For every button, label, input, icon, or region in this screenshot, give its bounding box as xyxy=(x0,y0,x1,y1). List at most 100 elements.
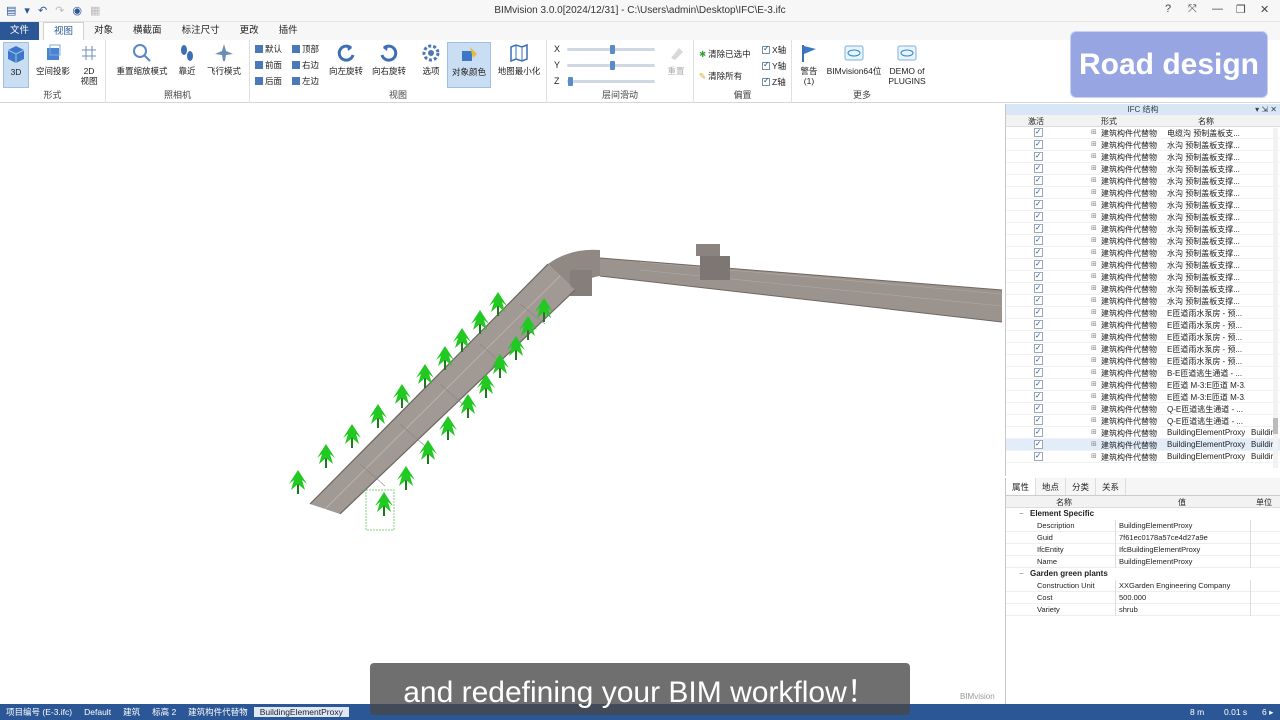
row-active-checkbox[interactable] xyxy=(1034,188,1043,197)
expand-toggle-icon[interactable]: ⊞ xyxy=(1091,416,1097,424)
y-slider-thumb[interactable] xyxy=(610,61,615,70)
row-active-checkbox[interactable] xyxy=(1034,368,1043,377)
view-right-button[interactable]: 右边 xyxy=(292,59,319,71)
ifc-row[interactable]: ⊞ 建筑构件代替物 电缆沟 预制盖板支... xyxy=(1006,127,1280,139)
expand-toggle-icon[interactable]: ⊞ xyxy=(1091,236,1097,244)
3d-viewport[interactable] xyxy=(0,104,1004,704)
col-active[interactable]: 激活 xyxy=(1028,116,1044,127)
x-slider-thumb[interactable] xyxy=(610,45,615,54)
ifc-row[interactable]: ⊞ 建筑构件代替物 水沟 预制盖板支撑... xyxy=(1006,187,1280,199)
ifc-row[interactable]: ⊞ 建筑构件代替物 水沟 预制盖板支撑... xyxy=(1006,211,1280,223)
ifc-panel-buttons[interactable]: ▾ ⇲ ✕ xyxy=(1255,104,1277,115)
ifc-row[interactable]: ⊞ 建筑构件代替物 E匝道雨水泵房 - 预... xyxy=(1006,343,1280,355)
row-active-checkbox[interactable] xyxy=(1034,140,1043,149)
ifc-row[interactable]: ⊞ 建筑构件代替物 水沟 预制盖板支撑... xyxy=(1006,247,1280,259)
row-active-checkbox[interactable] xyxy=(1034,224,1043,233)
row-active-checkbox[interactable] xyxy=(1034,356,1043,365)
property-section-title[interactable]: Garden green plants xyxy=(1006,568,1280,580)
row-active-checkbox[interactable] xyxy=(1034,176,1043,185)
tab-6[interactable]: 插件 xyxy=(269,22,308,40)
row-active-checkbox[interactable] xyxy=(1034,152,1043,161)
ifc-row[interactable]: ⊞ 建筑构件代替物 水沟 预制盖板支撑... xyxy=(1006,223,1280,235)
expand-toggle-icon[interactable]: ⊞ xyxy=(1091,428,1097,436)
expand-toggle-icon[interactable]: ⊞ xyxy=(1091,188,1097,196)
projection-button[interactable]: 空间投影 xyxy=(33,42,73,76)
ifc-row[interactable]: ⊞ 建筑构件代替物 Q-E匝道逃生通道 - ... xyxy=(1006,403,1280,415)
row-active-checkbox[interactable] xyxy=(1034,344,1043,353)
expand-toggle-icon[interactable]: ⊞ xyxy=(1091,176,1097,184)
ifc-row[interactable]: ⊞建筑构件代替物BuildingElementProxyBuildir xyxy=(1006,451,1280,463)
expand-toggle-icon[interactable]: ⊞ xyxy=(1091,272,1097,280)
expand-toggle-icon[interactable]: ⊞ xyxy=(1091,308,1097,316)
row-active-checkbox[interactable] xyxy=(1034,416,1043,425)
ifc-row[interactable]: ⊞ 建筑构件代替物 水沟 预制盖板支撑... xyxy=(1006,259,1280,271)
expand-toggle-icon[interactable]: ⊞ xyxy=(1091,404,1097,412)
fly-mode-button[interactable]: 飞行模式 xyxy=(204,42,244,76)
expand-toggle-icon[interactable]: ⊞ xyxy=(1091,320,1097,328)
minimize-icon[interactable]: — xyxy=(1212,3,1223,15)
ifc-row[interactable]: ⊞ 建筑构件代替物 水沟 预制盖板支撑... xyxy=(1006,295,1280,307)
expand-toggle-icon[interactable]: ⊞ xyxy=(1091,152,1097,160)
prop-tab-3[interactable]: 关系 xyxy=(1096,478,1127,495)
expand-toggle-icon[interactable]: ⊞ xyxy=(1091,212,1097,220)
bimvision64-button[interactable]: BIMvision64位 xyxy=(826,42,882,76)
property-row[interactable]: Variety shrub xyxy=(1006,604,1280,616)
tab-2[interactable]: 对象 xyxy=(84,22,123,40)
ifc-row[interactable]: ⊞ 建筑构件代替物 Q-E匝道逃生通道 - ... xyxy=(1006,415,1280,427)
ifc-row[interactable]: ⊞建筑构件代替物BuildingElementProxyBuildir xyxy=(1006,427,1280,439)
status-item-2[interactable]: 建筑 xyxy=(117,706,146,718)
row-active-checkbox[interactable] xyxy=(1034,248,1043,257)
property-row[interactable]: Description BuildingElementProxy xyxy=(1006,520,1280,532)
z-axis-checkbox[interactable]: Z轴 xyxy=(762,76,786,88)
ifc-row[interactable]: ⊞ 建筑构件代替物 E匝道 M-3:E匝道 M-3... xyxy=(1006,391,1280,403)
row-active-checkbox[interactable] xyxy=(1034,452,1043,461)
expand-toggle-icon[interactable]: ⊞ xyxy=(1091,332,1097,340)
ifc-row[interactable]: ⊞ 建筑构件代替物 水沟 预制盖板支撑... xyxy=(1006,163,1280,175)
reset-zoom-button[interactable]: 重置缩放模式 xyxy=(114,42,170,76)
options-button[interactable]: 选项 xyxy=(418,42,444,76)
status-item-5[interactable]: BuildingElementProxy xyxy=(253,707,349,717)
minimize-map-button[interactable]: 地图最小化 xyxy=(495,42,543,76)
ifc-row[interactable]: ⊞ 建筑构件代替物 水沟 预制盖板支撑... xyxy=(1006,271,1280,283)
row-active-checkbox[interactable] xyxy=(1034,212,1043,221)
row-active-checkbox[interactable] xyxy=(1034,284,1043,293)
expand-toggle-icon[interactable]: ⊞ xyxy=(1091,392,1097,400)
row-active-checkbox[interactable] xyxy=(1034,428,1043,437)
help-icon[interactable]: ? xyxy=(1165,3,1171,15)
fullscreen-icon[interactable]: ⤧ xyxy=(1188,3,1197,16)
expand-toggle-icon[interactable]: ⊞ xyxy=(1091,248,1097,256)
ifc-row[interactable]: ⊞ 建筑构件代替物 水沟 预制盖板支撑... xyxy=(1006,235,1280,247)
close-icon[interactable]: ✕ xyxy=(1260,3,1269,16)
property-row[interactable]: Construction Unit XXGarden Engineering Co… xyxy=(1006,580,1280,592)
checkbox-y[interactable] xyxy=(762,60,770,70)
ifc-row[interactable]: ⊞ 建筑构件代替物 B-E匝道逃生通道 - ... xyxy=(1006,367,1280,379)
3d-button[interactable]: 3D xyxy=(3,42,29,88)
expand-toggle-icon[interactable]: ⊞ xyxy=(1091,284,1097,292)
x-slider[interactable] xyxy=(567,45,655,54)
expand-toggle-icon[interactable]: ⊞ xyxy=(1091,200,1097,208)
view-default-button[interactable]: 默认 xyxy=(255,43,282,55)
expand-toggle-icon[interactable]: ⊞ xyxy=(1091,164,1097,172)
row-active-checkbox[interactable] xyxy=(1034,308,1043,317)
rotate-right-button[interactable]: 向右旋转 xyxy=(371,42,407,76)
ifc-scroll-thumb[interactable] xyxy=(1273,418,1278,434)
row-active-checkbox[interactable] xyxy=(1034,404,1043,413)
expand-toggle-icon[interactable]: ⊞ xyxy=(1091,344,1097,352)
row-active-checkbox[interactable] xyxy=(1034,380,1043,389)
row-active-checkbox[interactable] xyxy=(1034,320,1043,329)
property-row[interactable]: IfcEntity IfcBuildingElementProxy xyxy=(1006,544,1280,556)
expand-toggle-icon[interactable]: ⊞ xyxy=(1091,440,1097,448)
reset-slider-button[interactable]: 重置 xyxy=(663,42,689,76)
demo-plugins-button[interactable]: DEMO of PLUGINS xyxy=(886,42,928,86)
property-row[interactable]: Cost 500.000 xyxy=(1006,592,1280,604)
z-slider-thumb[interactable] xyxy=(568,77,573,86)
expand-toggle-icon[interactable]: ⊞ xyxy=(1091,356,1097,364)
status-item-3[interactable]: 标高 2 xyxy=(146,706,182,718)
row-active-checkbox[interactable] xyxy=(1034,260,1043,269)
status-item-1[interactable]: Default xyxy=(78,707,117,717)
y-axis-checkbox[interactable]: Y轴 xyxy=(762,60,786,72)
row-active-checkbox[interactable] xyxy=(1034,296,1043,305)
tab-1[interactable]: 视图 xyxy=(43,22,85,40)
ifc-row[interactable]: ⊞ 建筑构件代替物 E匝道雨水泵房 - 预... xyxy=(1006,307,1280,319)
rotate-left-button[interactable]: 向左旋转 xyxy=(328,42,364,76)
